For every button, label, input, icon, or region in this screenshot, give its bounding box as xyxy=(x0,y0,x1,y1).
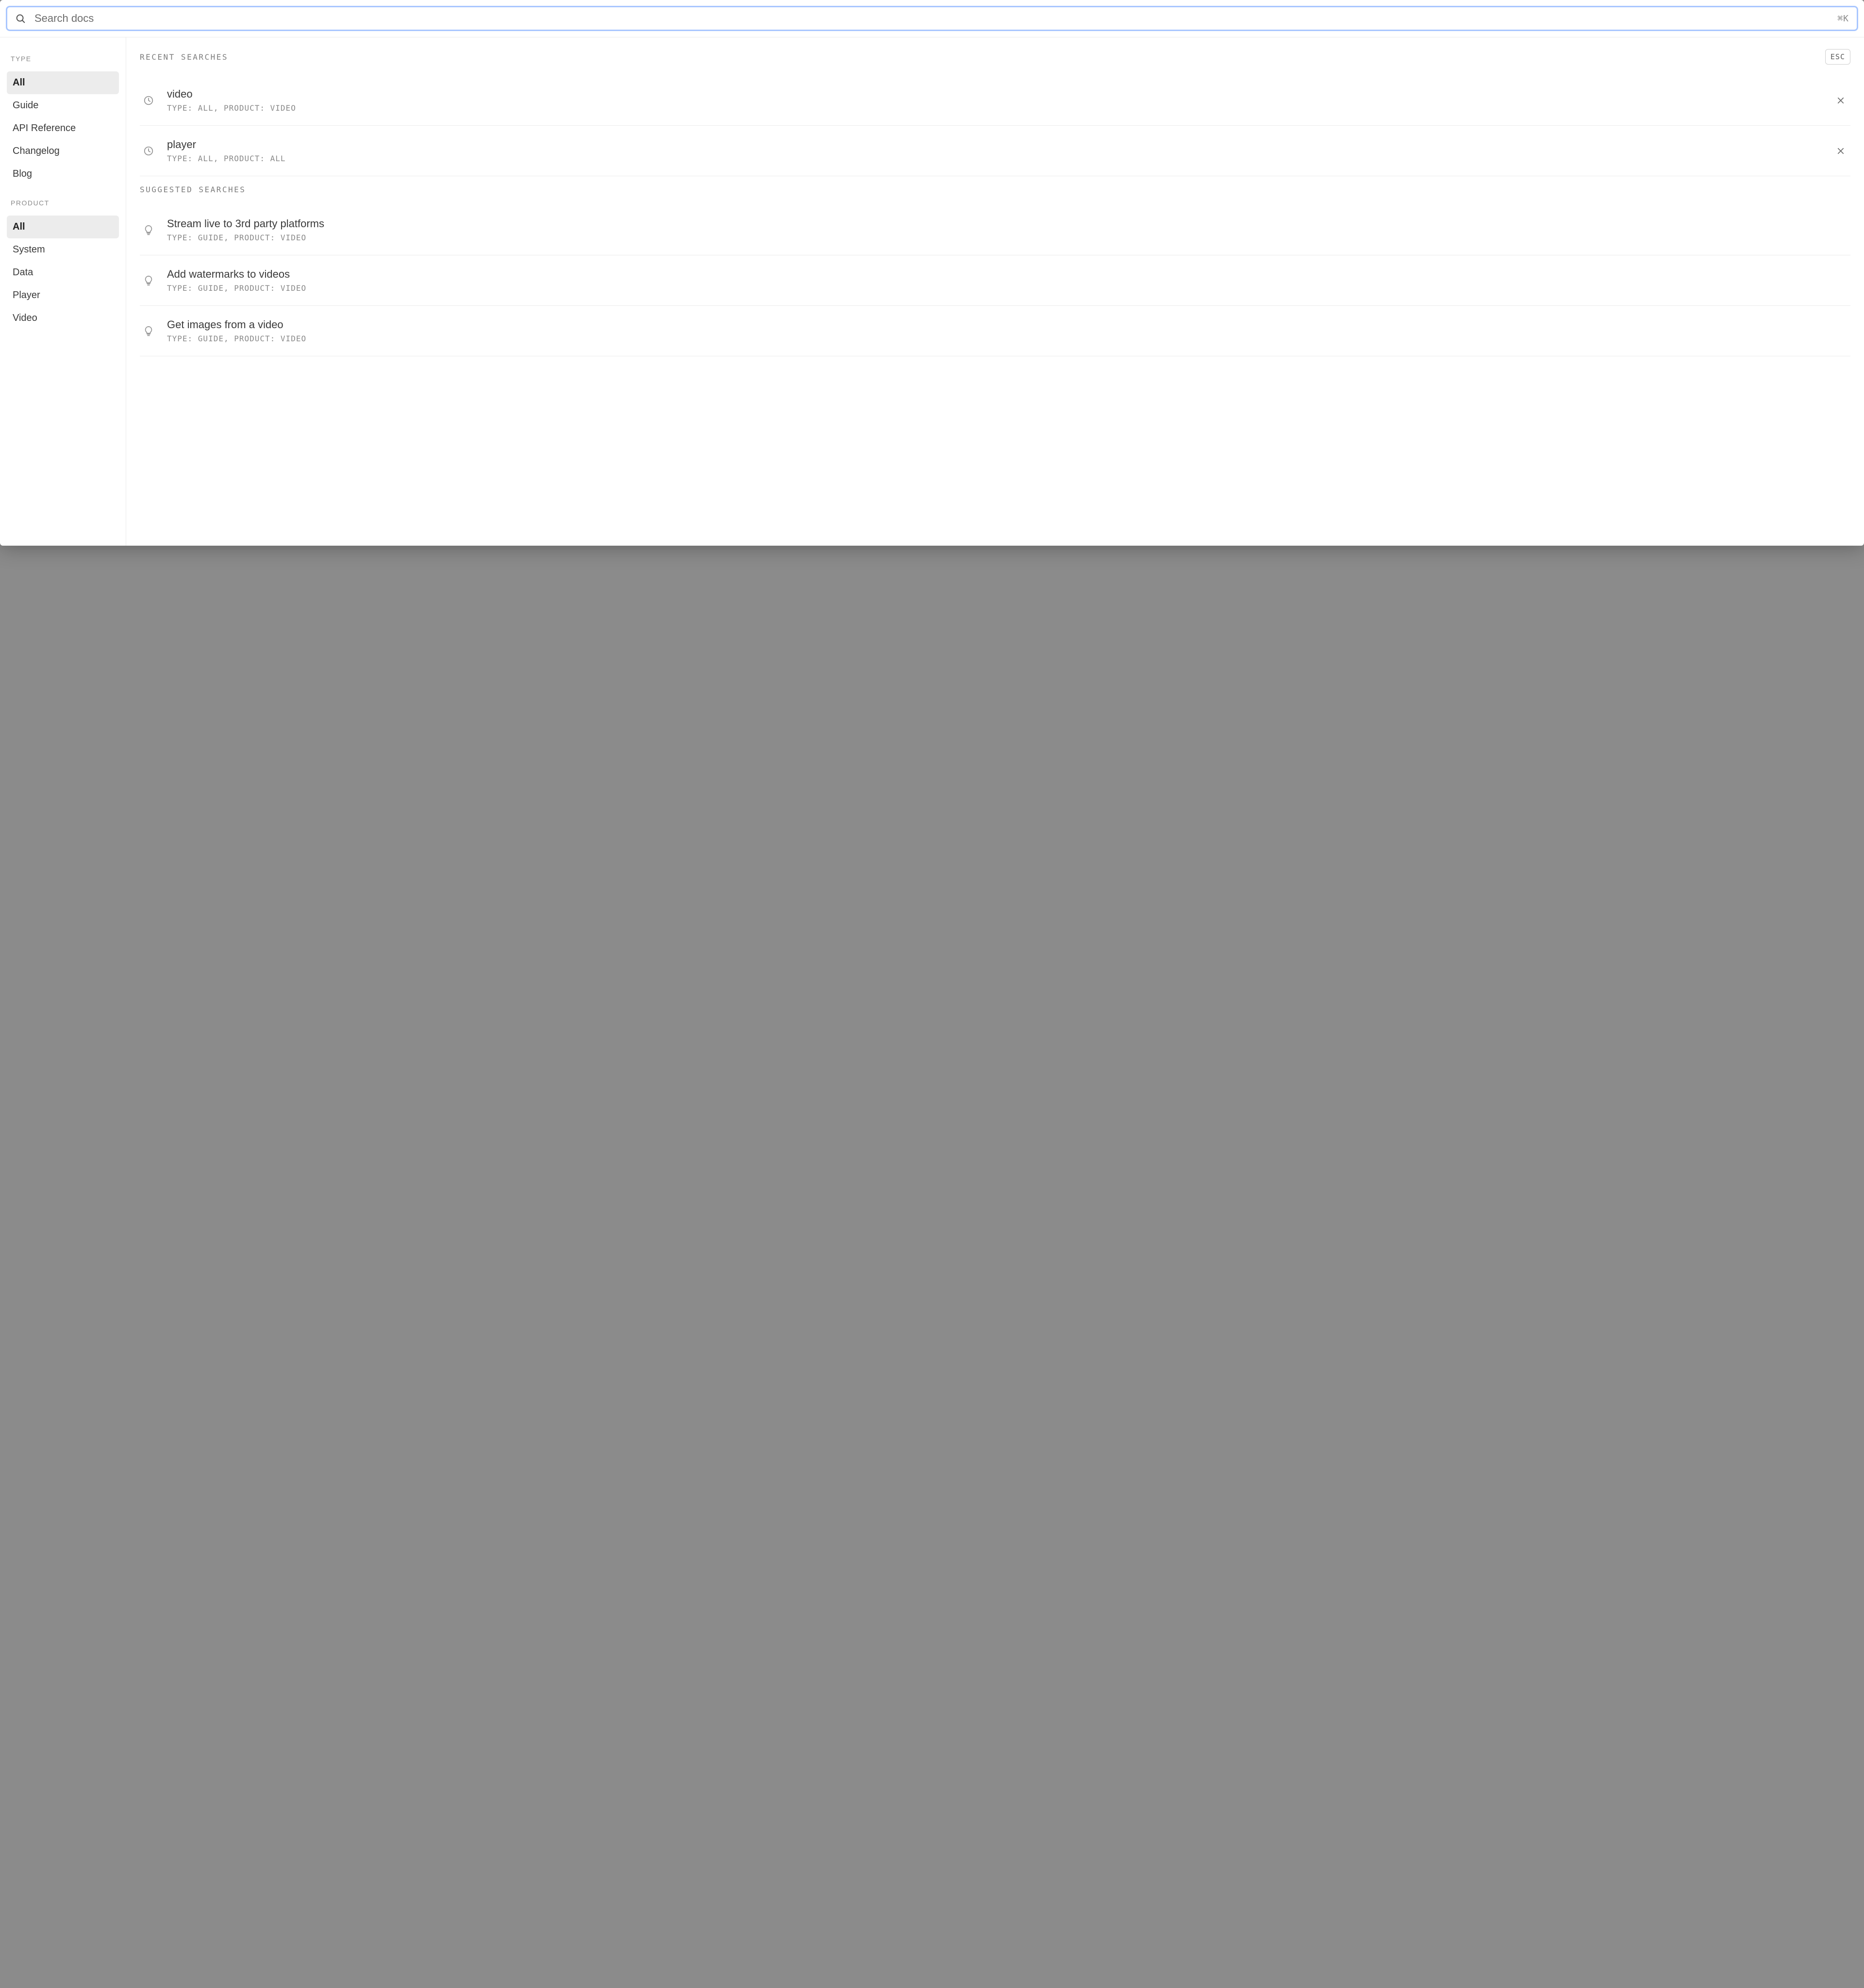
recent-searches-label: RECENT SEARCHES xyxy=(140,52,228,62)
remove-recent-button[interactable] xyxy=(1833,96,1848,105)
result-title: Get images from a video xyxy=(167,318,1848,331)
search-input[interactable] xyxy=(34,12,1829,25)
lightbulb-icon xyxy=(142,224,155,236)
lightbulb-icon xyxy=(142,275,155,286)
result-meta: TYPE: ALL, PRODUCT: VIDEO xyxy=(167,103,1821,113)
type-filter-api-reference[interactable]: API Reference xyxy=(7,117,119,140)
type-filter-all[interactable]: All xyxy=(7,71,119,94)
product-section-label: PRODUCT xyxy=(11,199,115,207)
type-section-label: TYPE xyxy=(11,55,115,63)
results-pane: RECENT SEARCHES ESC video TYPE: ALL, PRO… xyxy=(126,37,1864,546)
type-filter-list: All Guide API Reference Changelog Blog xyxy=(7,71,119,185)
product-filter-player[interactable]: Player xyxy=(7,284,119,307)
lightbulb-icon xyxy=(142,325,155,337)
result-title: Add watermarks to videos xyxy=(167,268,1848,281)
result-content: Add watermarks to videos TYPE: GUIDE, PR… xyxy=(167,268,1848,293)
remove-recent-button[interactable] xyxy=(1833,147,1848,155)
recent-search-row[interactable]: video TYPE: ALL, PRODUCT: VIDEO xyxy=(140,75,1850,126)
suggested-search-row[interactable]: Get images from a video TYPE: GUIDE, PRO… xyxy=(140,306,1850,356)
product-filter-system[interactable]: System xyxy=(7,238,119,261)
type-filter-blog[interactable]: Blog xyxy=(7,163,119,185)
product-filter-all[interactable]: All xyxy=(7,216,119,238)
suggested-header: SUGGESTED SEARCHES xyxy=(140,185,1850,194)
search-bar[interactable]: ⌘K xyxy=(6,6,1858,31)
search-icon xyxy=(15,13,26,24)
result-content: video TYPE: ALL, PRODUCT: VIDEO xyxy=(167,88,1821,113)
result-content: Get images from a video TYPE: GUIDE, PRO… xyxy=(167,318,1848,343)
suggested-search-row[interactable]: Add watermarks to videos TYPE: GUIDE, PR… xyxy=(140,255,1850,306)
product-filter-list: All System Data Player Video xyxy=(7,216,119,330)
history-icon xyxy=(142,95,155,106)
result-meta: TYPE: GUIDE, PRODUCT: VIDEO xyxy=(167,284,1848,293)
type-filter-changelog[interactable]: Changelog xyxy=(7,140,119,163)
result-meta: TYPE: GUIDE, PRODUCT: VIDEO xyxy=(167,233,1848,242)
filters-sidebar: TYPE All Guide API Reference Changelog B… xyxy=(0,37,126,546)
suggested-search-row[interactable]: Stream live to 3rd party platforms TYPE:… xyxy=(140,205,1850,255)
result-title: Stream live to 3rd party platforms xyxy=(167,217,1848,230)
history-icon xyxy=(142,146,155,156)
esc-button[interactable]: ESC xyxy=(1825,49,1850,65)
result-meta: TYPE: GUIDE, PRODUCT: VIDEO xyxy=(167,334,1848,343)
result-content: Stream live to 3rd party platforms TYPE:… xyxy=(167,217,1848,242)
recent-header: RECENT SEARCHES ESC xyxy=(140,49,1850,65)
result-title: player xyxy=(167,138,1821,151)
result-content: player TYPE: ALL, PRODUCT: ALL xyxy=(167,138,1821,163)
modal-body: TYPE All Guide API Reference Changelog B… xyxy=(0,37,1864,546)
search-modal: ⌘K TYPE All Guide API Reference Changelo… xyxy=(0,0,1864,546)
recent-search-row[interactable]: player TYPE: ALL, PRODUCT: ALL xyxy=(140,126,1850,176)
result-title: video xyxy=(167,88,1821,100)
keyboard-shortcut: ⌘K xyxy=(1837,14,1849,24)
product-filter-data[interactable]: Data xyxy=(7,261,119,284)
product-filter-video[interactable]: Video xyxy=(7,307,119,330)
result-meta: TYPE: ALL, PRODUCT: ALL xyxy=(167,154,1821,163)
suggested-searches-label: SUGGESTED SEARCHES xyxy=(140,185,246,194)
type-filter-guide[interactable]: Guide xyxy=(7,94,119,117)
